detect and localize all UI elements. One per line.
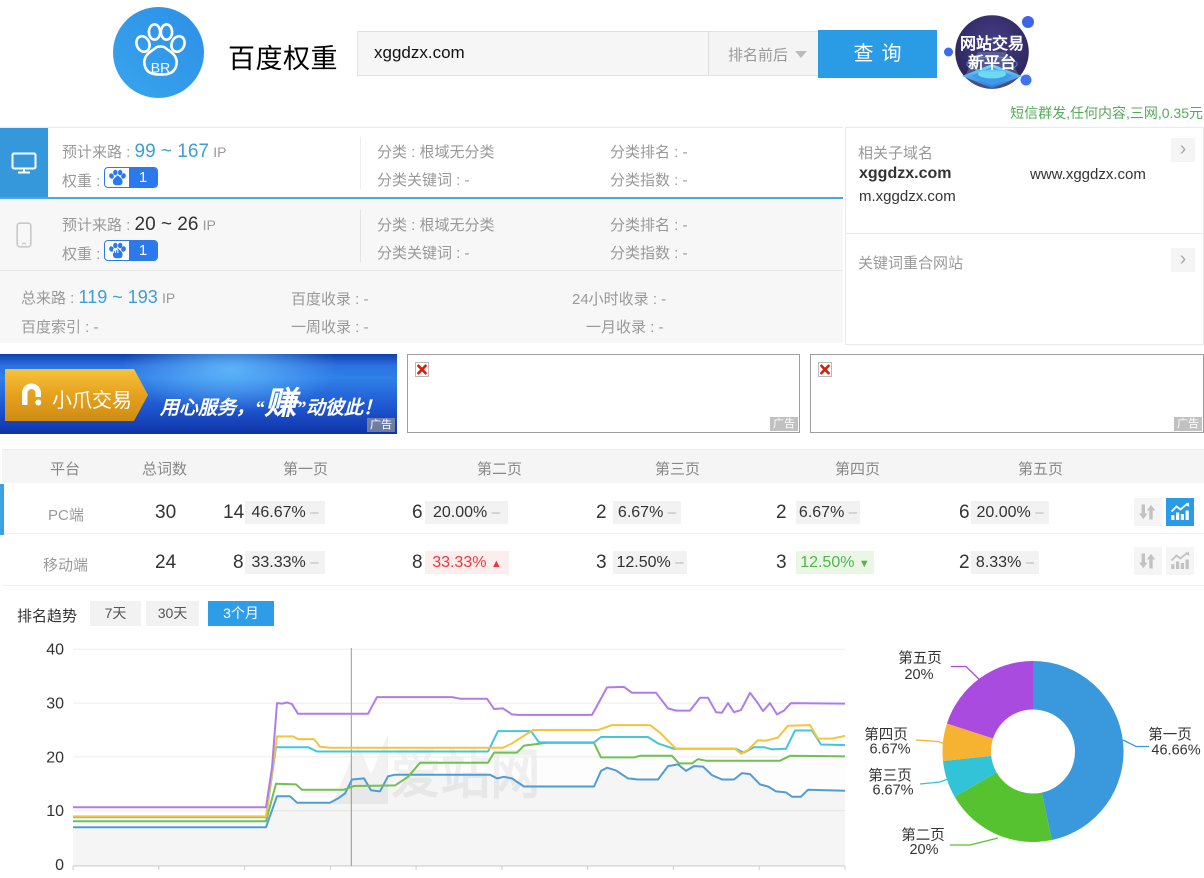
svg-text:BR: BR — [151, 60, 170, 76]
svg-text:第一页: 第一页 — [1148, 726, 1192, 744]
svg-text:20: 20 — [46, 749, 64, 766]
svg-text:46.66%: 46.66% — [1151, 743, 1200, 759]
svg-text:6.67%: 6.67% — [869, 742, 910, 758]
svg-text:40: 40 — [46, 642, 64, 659]
svg-text:0: 0 — [55, 857, 64, 873]
svg-text:新平台: 新平台 — [968, 53, 1016, 72]
svg-text:10: 10 — [46, 803, 64, 820]
svg-text:6.67%: 6.67% — [872, 783, 913, 799]
svg-text:30: 30 — [46, 696, 64, 713]
svg-text:20%: 20% — [904, 667, 933, 683]
svg-text:20%: 20% — [909, 842, 938, 858]
svg-text:网站交易: 网站交易 — [960, 34, 1024, 53]
svg-text:第五页: 第五页 — [898, 649, 942, 667]
